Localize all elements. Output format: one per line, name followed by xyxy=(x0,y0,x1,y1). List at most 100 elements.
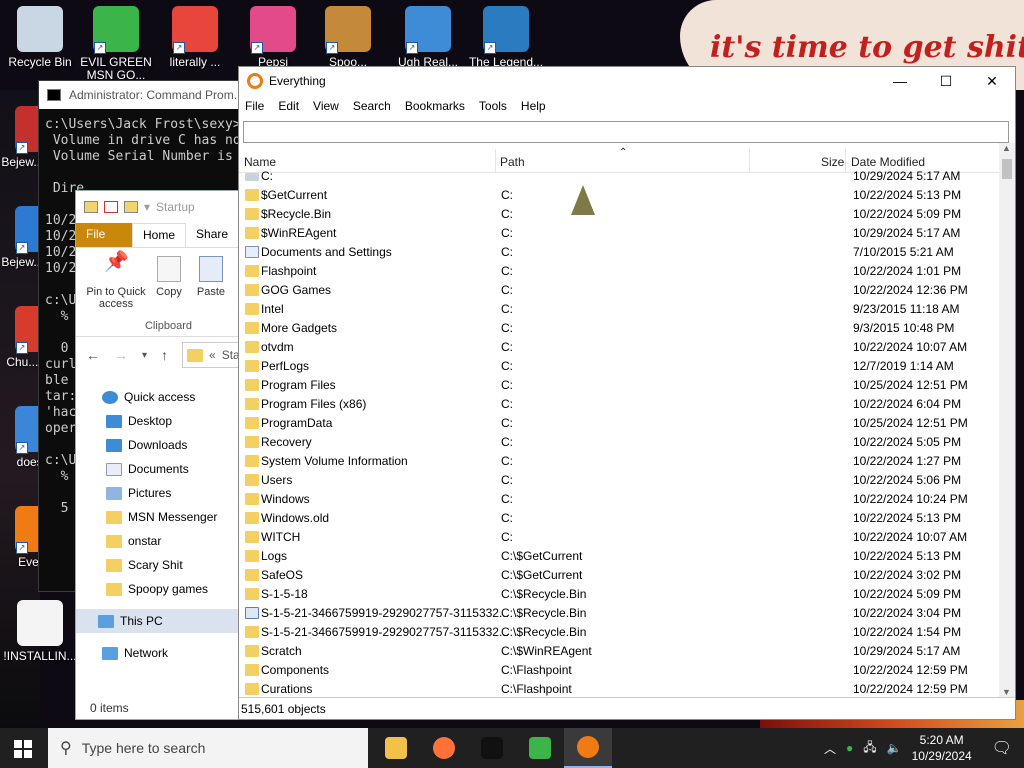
desktop-icon[interactable]: !INSTALLIN... xyxy=(2,600,78,663)
menu-file[interactable]: File xyxy=(245,99,264,113)
clipboard-group-label: Clipboard xyxy=(144,320,193,332)
copy-button[interactable]: Copy xyxy=(152,256,186,298)
menu-bookmarks[interactable]: Bookmarks xyxy=(405,99,465,113)
new-folder-icon[interactable] xyxy=(124,201,138,213)
result-row[interactable]: More Gadgets C: 9/3/2015 10:48 PM xyxy=(239,319,999,338)
volume-icon[interactable]: 🔈 xyxy=(887,741,902,755)
taskbar-app-button[interactable] xyxy=(372,728,420,768)
folder-icon xyxy=(245,360,259,372)
result-row[interactable]: S-1-5-18 C:\$Recycle.Bin 10/22/2024 5:09 P… xyxy=(239,585,999,604)
pin-to-quick-access-button[interactable]: 📌 Pin to Quick access xyxy=(82,252,150,310)
result-row[interactable]: Program Files C: 10/25/2024 12:51 PM xyxy=(239,376,999,395)
desktop-icon[interactable]: ↗ EVIL GREEN MSN GO... xyxy=(78,6,154,82)
result-date: 10/22/2024 12:36 PM xyxy=(853,283,968,297)
properties-icon[interactable] xyxy=(104,201,118,213)
search-box[interactable] xyxy=(243,121,1009,143)
desktop-icon[interactable]: ↗ The Legend... xyxy=(468,6,544,69)
folder-icon xyxy=(245,493,259,505)
taskbar-search[interactable]: ⚲ Type here to search xyxy=(48,728,368,768)
result-row[interactable]: Program Files (x86) C: 10/22/2024 6:04 PM xyxy=(239,395,999,414)
everything-titlebar[interactable]: Everything — ☐ ✕ xyxy=(239,67,1015,95)
address-bar[interactable]: « Sta xyxy=(182,342,243,368)
notifications-icon[interactable]: 🗨 xyxy=(992,738,1012,758)
firefox-icon xyxy=(433,737,455,759)
maximize-button[interactable]: ☐ xyxy=(923,67,969,95)
result-row[interactable]: Logs C:\$GetCurrent 10/22/2024 5:13 PM xyxy=(239,547,999,566)
menu-help[interactable]: Help xyxy=(521,99,546,113)
result-row[interactable]: ProgramData C: 10/25/2024 12:51 PM xyxy=(239,414,999,433)
result-row[interactable]: C: 10/29/2024 5:17 AM xyxy=(239,167,999,186)
desktop-icon[interactable]: ↗ Spoo... xyxy=(310,6,386,69)
result-row[interactable]: $Recycle.Bin C: 10/22/2024 5:09 PM xyxy=(239,205,999,224)
result-row[interactable]: GOG Games C: 10/22/2024 12:36 PM xyxy=(239,281,999,300)
scroll-down-icon[interactable]: ▼ xyxy=(1002,687,1011,697)
result-row[interactable]: S-1-5-21-3466759919-2929027757-3115332..… xyxy=(239,604,999,623)
scroll-up-icon[interactable]: ▲ xyxy=(1002,143,1011,153)
cmd-titlebar[interactable]: Administrator: Command Prom... xyxy=(39,81,267,109)
result-date: 10/22/2024 1:01 PM xyxy=(853,264,962,278)
result-row[interactable]: Users C: 10/22/2024 5:06 PM xyxy=(239,471,999,490)
paste-button[interactable]: Paste xyxy=(194,256,228,298)
taskbar-app-button[interactable] xyxy=(516,728,564,768)
close-button[interactable]: ✕ xyxy=(969,67,1015,95)
result-row[interactable]: Intel C: 9/23/2015 11:18 AM xyxy=(239,300,999,319)
folder-icon xyxy=(245,265,259,277)
msn-tray-icon[interactable]: ● xyxy=(846,741,853,755)
result-row[interactable]: System Volume Information C: 10/22/2024 1:… xyxy=(239,452,999,471)
menu-view[interactable]: View xyxy=(313,99,339,113)
menu-search[interactable]: Search xyxy=(353,99,391,113)
result-row[interactable]: Windows.old C: 10/22/2024 5:13 PM xyxy=(239,509,999,528)
pictures-icon xyxy=(106,486,122,500)
taskbar-app-button[interactable] xyxy=(564,728,612,768)
menu-edit[interactable]: Edit xyxy=(278,99,299,113)
up-arrow-icon[interactable]: ↑ xyxy=(161,347,168,363)
result-row[interactable]: Windows C: 10/22/2024 10:24 PM xyxy=(239,490,999,509)
shortcut-arrow-icon: ↗ xyxy=(16,242,28,254)
result-name: Recovery xyxy=(261,435,312,449)
result-row[interactable]: $WinREAgent C: 10/29/2024 5:17 AM xyxy=(239,224,999,243)
tab-file[interactable]: File xyxy=(76,223,132,247)
result-date: 10/25/2024 12:51 PM xyxy=(853,416,968,430)
result-row[interactable]: S-1-5-21-3466759919-2929027757-3115332..… xyxy=(239,623,999,642)
result-row[interactable]: otvdm C: 10/22/2024 10:07 AM xyxy=(239,338,999,357)
desktop-icon[interactable]: ↗ Ugh Real... xyxy=(390,6,466,69)
forward-arrow-icon[interactable]: → xyxy=(114,347,128,363)
results-list[interactable]: C: 10/29/2024 5:17 AM $GetCurrent C: 10/22/2… xyxy=(239,167,999,699)
result-row[interactable]: Flashpoint C: 10/22/2024 1:01 PM xyxy=(239,262,999,281)
result-row[interactable]: Components C:\Flashpoint 10/22/2024 12:59 … xyxy=(239,661,999,680)
nav-label: Quick access xyxy=(124,390,196,404)
scrollbar-thumb[interactable] xyxy=(1002,159,1012,179)
vertical-scrollbar[interactable]: ▲ ▼ xyxy=(999,143,1015,699)
result-name: Logs xyxy=(261,549,288,563)
folder-icon xyxy=(245,284,259,296)
result-name: Curations xyxy=(261,682,313,696)
everything-window[interactable]: Everything — ☐ ✕ File Edit View Search Bookm… xyxy=(238,66,1016,720)
result-row[interactable]: Scratch C:\$WinREAgent 10/29/2024 5:17 AM xyxy=(239,642,999,661)
cmd-line: Volume Serial Number is xyxy=(45,149,233,164)
result-name: Scratch xyxy=(261,644,302,658)
result-row[interactable]: WITCH C: 10/22/2024 10:07 AM xyxy=(239,528,999,547)
desktop-icon[interactable]: Recycle Bin xyxy=(2,6,78,69)
clock[interactable]: 5:20 AM 10/29/2024 xyxy=(912,732,972,764)
taskbar-app-button[interactable] xyxy=(468,728,516,768)
menu-tools[interactable]: Tools xyxy=(479,99,507,113)
result-row[interactable]: Documents and Settings C: 7/10/2015 5:21 A… xyxy=(239,243,999,262)
search-input[interactable] xyxy=(244,122,1008,142)
start-button[interactable] xyxy=(14,740,32,758)
clock-time: 5:20 AM xyxy=(919,733,964,747)
result-row[interactable]: $GetCurrent C: 10/22/2024 5:13 PM xyxy=(239,186,999,205)
desktop-icon[interactable]: ↗ literally ... xyxy=(157,6,233,69)
tab-share[interactable]: Share xyxy=(186,223,238,247)
tab-home[interactable]: Home xyxy=(132,223,187,247)
chevron-down-icon[interactable]: ▾ xyxy=(144,200,150,214)
recent-locations-icon[interactable]: ▾ xyxy=(142,350,147,361)
show-hidden-icons-icon[interactable]: ︿ xyxy=(824,740,836,757)
network-icon[interactable]: 🖧 xyxy=(863,738,876,759)
result-row[interactable]: PerfLogs C: 12/7/2019 1:14 AM xyxy=(239,357,999,376)
breadcrumb-overflow-icon[interactable]: « xyxy=(209,348,216,362)
minimize-button[interactable]: — xyxy=(877,67,923,95)
result-row[interactable]: Recovery C: 10/22/2024 5:05 PM xyxy=(239,433,999,452)
back-arrow-icon[interactable]: ← xyxy=(86,347,100,363)
result-row[interactable]: SafeOS C:\$GetCurrent 10/22/2024 3:02 PM xyxy=(239,566,999,585)
taskbar-app-button[interactable] xyxy=(420,728,468,768)
